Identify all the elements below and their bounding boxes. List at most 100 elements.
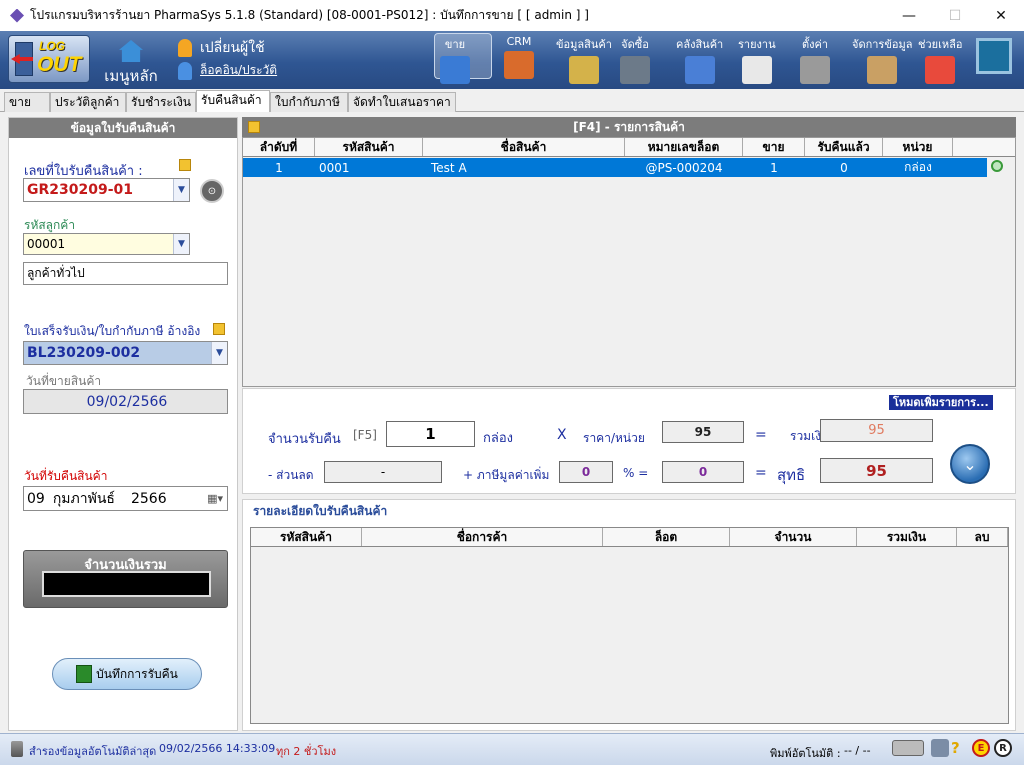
login-history-link[interactable]: ล็อคอิน/ประวัติ <box>178 61 277 80</box>
report-icon <box>741 56 772 84</box>
switch-user-button[interactable]: เปลี่ยนผู้ใช้ <box>178 37 265 59</box>
product-list-panel: [F4] - รายการสินค้า ลำดับที่ รหัสสินค้า ชื… <box>242 117 1016 731</box>
tab-bar: ขาย ประวัติลูกค้า รับชำระเงิน รับคืนสินค้าใ… <box>0 90 1024 112</box>
toolbar-item-label: จัดซื้อ <box>621 38 649 51</box>
product-col-header[interactable]: รหัสสินค้า <box>315 138 423 156</box>
product-col-header[interactable]: หน่วย <box>883 138 953 156</box>
return-date-month: กุมภาพันธ์ <box>52 490 115 507</box>
tab-5[interactable]: จัดทำใบเสนอราคา <box>348 92 456 112</box>
toolbar-item-label: CRM <box>506 35 532 48</box>
qty-input[interactable]: 1 <box>386 421 475 447</box>
product-col-header[interactable]: ขาย <box>743 138 805 156</box>
go-circle-icon[interactable]: ⊙ <box>200 179 224 203</box>
tab-4[interactable]: ใบกำกับภาษี <box>270 92 348 112</box>
calendar-dropdown-icon[interactable]: ▦▾ <box>207 492 223 505</box>
product-col-header[interactable]: หมายเลขล็อต <box>625 138 743 156</box>
return-detail-header: รหัสสินค้า ชื่อการค้า ล็อต จำนวน รวมเงิน ลบ <box>251 528 1008 547</box>
settings-icon <box>800 56 830 84</box>
app-icon <box>10 8 24 23</box>
discount-field[interactable]: - <box>324 461 442 483</box>
toolbar-item-sale[interactable]: ขาย <box>440 35 470 84</box>
close-button[interactable]: ✕ <box>978 0 1024 31</box>
product-icon <box>568 56 599 84</box>
add-mode-badge: โหมดเพิ่มรายการ... <box>889 395 993 410</box>
tab-1[interactable]: ประวัติลูกค้า <box>50 92 126 112</box>
return-entry-panel: โหมดเพิ่มรายการ... จำนวนรับคืน [F5] 1 กล… <box>242 388 1016 494</box>
toolbar-item-product[interactable]: ข้อมูลสินค้า <box>556 35 612 84</box>
qty-label: จำนวนรับคืน <box>268 432 341 447</box>
product-cell: @PS-000204 <box>645 160 723 175</box>
r-icon[interactable]: R <box>994 739 1012 757</box>
print-settings-icon[interactable] <box>931 739 949 757</box>
backup-interval: ทุก 2 ชั่วโมง <box>276 745 337 758</box>
logout-label-top: LOG <box>39 39 65 53</box>
sale-date-field: 09/02/2566 <box>23 389 228 414</box>
tab-3[interactable]: รับคืนสินค้า <box>196 90 270 112</box>
toolbar-item-settings[interactable]: ตั้งค่า <box>800 35 830 84</box>
customer-name-field[interactable]: ลูกค้าทั่วไป <box>23 262 228 285</box>
printer-icon[interactable] <box>892 740 924 756</box>
data-icon <box>867 56 898 84</box>
toolbar-item-label: ขาย <box>444 38 466 51</box>
user-icon <box>178 39 192 57</box>
detail-col-header[interactable]: รวมเงิน <box>857 528 957 546</box>
switch-user-label: เปลี่ยนผู้ใช้ <box>200 40 265 56</box>
percent-equals: % = <box>623 466 649 480</box>
product-row[interactable]: 1 0001 Test A @PS-000204 1 0 กล่อง <box>243 158 987 177</box>
backup-label: สำรองข้อมูลอัตโนมัติล่าสุด <box>29 745 157 758</box>
toolbar-item-label: ตั้งค่า <box>801 38 829 51</box>
ref-search-icon[interactable] <box>213 323 225 335</box>
chevron-down-icon[interactable]: ▼ <box>173 234 189 254</box>
product-col-header[interactable]: ลำดับที่ <box>243 138 315 156</box>
chevron-down-icon[interactable]: ▼ <box>211 342 227 364</box>
toolbar-item-label: ช่วยเหลือ <box>918 38 963 51</box>
return-date-picker[interactable]: 09 กุมภาพันธ์ 2566 ▦▾ <box>23 486 228 511</box>
toolbar-item-report[interactable]: รายงาน <box>738 35 776 84</box>
toolbar-item-warehouse[interactable]: คลังสินค้า <box>676 35 723 84</box>
auto-print-label: พิมพ์อัตโนมัติ : <box>770 747 841 760</box>
toolbar-item-help[interactable]: ช่วยเหลือ <box>918 35 962 84</box>
toolbar-item-purchase[interactable]: จัดซื้อ <box>620 35 650 84</box>
net-value: 95 <box>866 461 887 480</box>
doc-no-select[interactable]: GR230209-01 ▼ <box>23 178 190 202</box>
product-grid: ลำดับที่ รหัสสินค้า ชื่อสินค้า หมายเลขล็อตข… <box>242 137 1016 387</box>
logout-label-bottom: OUT <box>37 53 82 76</box>
e-icon[interactable]: E <box>972 739 990 757</box>
vat-percent-field[interactable]: 0 <box>559 461 613 483</box>
detail-col-header[interactable]: ลบ <box>957 528 1008 546</box>
customer-code-select[interactable]: 00001 ▼ <box>23 233 190 255</box>
window-layout-icon[interactable] <box>976 38 1012 74</box>
toolbar-item-data[interactable]: จัดการข้อมูล <box>852 35 912 84</box>
list-search-icon[interactable] <box>248 121 260 133</box>
home-button[interactable]: เมนูหลัก <box>100 38 162 86</box>
save-return-button[interactable]: บันทึกการรับคืน <box>52 658 202 690</box>
minimize-button[interactable]: — <box>886 0 932 31</box>
toolbar-item-crm[interactable]: CRM <box>504 35 534 79</box>
status-circle-icon <box>991 160 1003 172</box>
help-icon <box>925 56 956 84</box>
ref-doc-select[interactable]: BL230209-002 ▼ <box>23 341 228 365</box>
tab-0[interactable]: ขาย <box>4 92 50 112</box>
toolbar-item-label: จัดการข้อมูล <box>852 38 913 51</box>
return-detail-grid: รหัสสินค้า ชื่อการค้า ล็อต จำนวน รวมเงิน ลบ <box>250 527 1009 724</box>
status-bar: สำรองข้อมูลอัตโนมัติล่าสุด 09/02/2566 14… <box>0 733 1024 765</box>
detail-col-header[interactable]: ล็อต <box>603 528 730 546</box>
net-field: 95 <box>820 458 933 483</box>
ref-doc-label: ใบเสร็จรับเงิน/ใบกำกับภาษี อ้างอิง <box>24 324 201 338</box>
add-item-down-icon[interactable]: ⌄ <box>950 444 990 484</box>
detail-col-header[interactable]: จำนวน <box>730 528 857 546</box>
product-col-header[interactable]: ชื่อสินค้า <box>423 138 625 156</box>
detail-col-header[interactable]: ชื่อการค้า <box>362 528 603 546</box>
chevron-down-icon[interactable]: ▼ <box>173 179 189 201</box>
product-col-header[interactable]: รับคืนแล้ว <box>805 138 883 156</box>
logout-button[interactable]: LOG OUT <box>8 35 90 83</box>
detail-col-header[interactable]: รหัสสินค้า <box>251 528 362 546</box>
backup-time: 09/02/2566 14:33:09 <box>159 742 276 755</box>
help-question-icon[interactable]: ? <box>951 739 967 757</box>
customer-name-value: ลูกค้าทั่วไป <box>27 266 85 280</box>
total-amount-box: จำนวนเงินรวม <box>23 550 228 608</box>
save-disk-icon <box>76 665 93 683</box>
tab-2[interactable]: รับชำระเงิน <box>126 92 196 112</box>
doc-search-icon[interactable] <box>179 159 191 171</box>
maximize-button[interactable]: ☐ <box>932 0 978 31</box>
